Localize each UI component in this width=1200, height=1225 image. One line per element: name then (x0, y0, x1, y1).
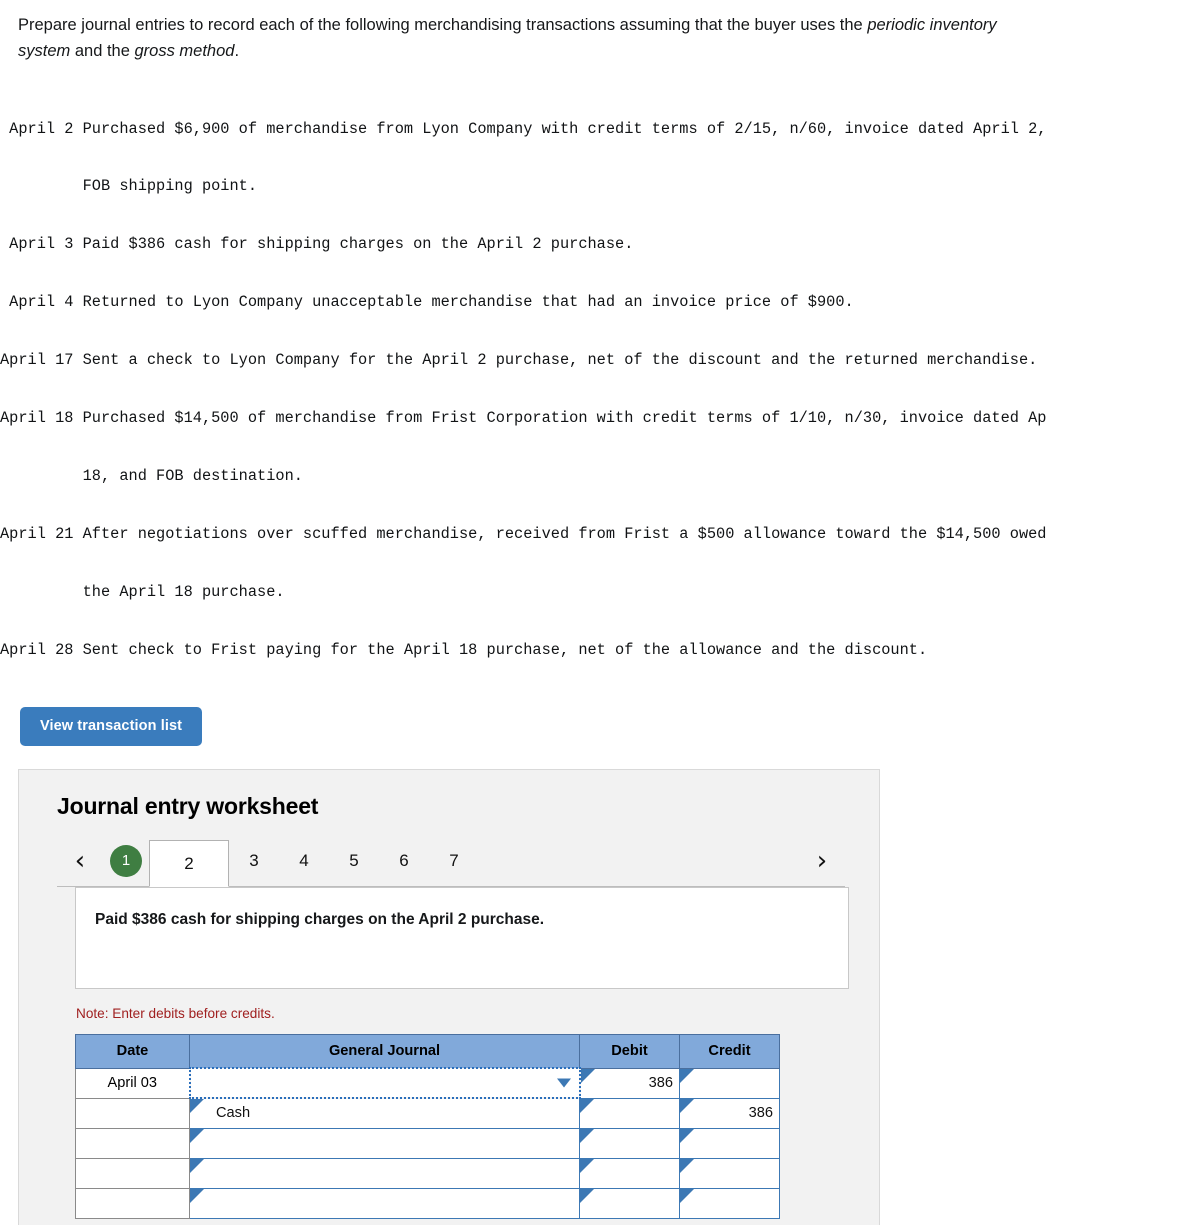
account-dropdown-cell[interactable] (190, 1128, 580, 1158)
column-header-debit: Debit (580, 1035, 680, 1069)
transaction-list: April 2 Purchased $6,900 of merchandise … (0, 81, 1200, 679)
credit-value: 386 (680, 1105, 779, 1121)
debit-value: 386 (581, 1075, 680, 1091)
transaction-line: FOB shipping point. (0, 177, 1200, 196)
tab-entry-4[interactable]: 4 (279, 840, 329, 887)
account-value (190, 1135, 216, 1151)
debit-cell[interactable] (580, 1128, 680, 1158)
previous-entry-arrow-icon[interactable]: ‹ (57, 840, 103, 887)
question-prompt: Prepare journal entries to record each o… (0, 0, 1200, 38)
credit-cell[interactable] (680, 1128, 780, 1158)
debit-cell[interactable]: 386 (580, 1068, 680, 1098)
account-dropdown-cell[interactable] (190, 1188, 580, 1218)
tab-entry-3[interactable]: 3 (229, 840, 279, 887)
intro-emphasis-system: system (18, 42, 70, 60)
date-cell[interactable] (76, 1098, 190, 1128)
debit-cell[interactable] (580, 1158, 680, 1188)
tab-entry-3-label: 3 (249, 851, 258, 871)
chevron-down-icon[interactable] (557, 1079, 571, 1088)
tab-entry-4-label: 4 (299, 851, 308, 871)
intro-emphasis-gross-method: gross method (135, 42, 235, 60)
credit-cell[interactable]: 386 (680, 1098, 780, 1128)
tab-entry-1[interactable]: 1 (103, 840, 149, 887)
account-value (190, 1195, 216, 1211)
journal-entry-worksheet-panel: Journal entry worksheet ‹ 1 2 3 4 5 6 7 … (18, 769, 880, 1225)
entry-prompt-text: Paid $386 cash for shipping charges on t… (76, 888, 848, 929)
transaction-line: April 21 After negotiations over scuffed… (0, 525, 1200, 544)
date-cell[interactable] (76, 1158, 190, 1188)
transaction-line: April 28 Sent check to Frist paying for … (0, 641, 1200, 660)
date-cell[interactable] (76, 1188, 190, 1218)
column-header-general-journal: General Journal (190, 1035, 580, 1069)
account-dropdown-cell[interactable] (190, 1068, 580, 1098)
table-row (76, 1128, 780, 1158)
account-dropdown-cell[interactable] (190, 1158, 580, 1188)
column-header-credit: Credit (680, 1035, 780, 1069)
tab-entry-2-label: 2 (184, 854, 193, 874)
intro-emphasis-periodic: periodic inventory (867, 16, 996, 34)
transaction-line: April 4 Returned to Lyon Company unaccep… (0, 293, 1200, 312)
table-row (76, 1188, 780, 1218)
tab-entry-1-label: 1 (110, 845, 142, 877)
debits-before-credits-note: Note: Enter debits before credits. (76, 1006, 879, 1021)
tab-entry-5-label: 5 (349, 851, 358, 871)
tab-entry-6[interactable]: 6 (379, 840, 429, 887)
account-value: Cash (190, 1105, 250, 1121)
tab-entry-6-label: 6 (399, 851, 408, 871)
credit-cell[interactable] (680, 1068, 780, 1098)
tab-entry-2[interactable]: 2 (149, 840, 229, 887)
transaction-line: April 2 Purchased $6,900 of merchandise … (0, 120, 1200, 139)
view-transaction-list-button[interactable]: View transaction list (20, 707, 202, 746)
transaction-line: April 17 Sent a check to Lyon Company fo… (0, 351, 1200, 370)
debit-cell[interactable] (580, 1188, 680, 1218)
credit-cell[interactable] (680, 1188, 780, 1218)
entry-prompt-box: Paid $386 cash for shipping charges on t… (75, 887, 849, 989)
transaction-line: April 18 Purchased $14,500 of merchandis… (0, 409, 1200, 428)
date-cell[interactable]: April 03 (76, 1068, 190, 1098)
intro-text-and-the: and the (70, 42, 134, 60)
debit-cell[interactable] (580, 1098, 680, 1128)
tab-entry-5[interactable]: 5 (329, 840, 379, 887)
next-entry-arrow-icon[interactable]: › (799, 840, 845, 887)
account-dropdown-cell[interactable]: Cash (190, 1098, 580, 1128)
credit-cell[interactable] (680, 1158, 780, 1188)
table-header-row: Date General Journal Debit Credit (76, 1035, 780, 1069)
table-row: April 03 386 (76, 1068, 780, 1098)
date-cell[interactable] (76, 1128, 190, 1158)
transaction-line: the April 18 purchase. (0, 583, 1200, 602)
question-prompt-line2: system and the gross method. (0, 38, 1200, 64)
table-row (76, 1158, 780, 1188)
column-header-date: Date (76, 1035, 190, 1069)
tab-entry-7-label: 7 (449, 851, 458, 871)
tab-entry-7[interactable]: 7 (429, 840, 479, 887)
intro-text-part1: Prepare journal entries to record each o… (18, 16, 867, 34)
journal-entry-table: Date General Journal Debit Credit April … (75, 1034, 780, 1219)
account-value (190, 1165, 216, 1181)
intro-text-period: . (234, 42, 239, 60)
transaction-line: April 3 Paid $386 cash for shipping char… (0, 235, 1200, 254)
account-value (191, 1075, 217, 1091)
transaction-line: 18, and FOB destination. (0, 467, 1200, 486)
table-row: Cash 386 (76, 1098, 780, 1128)
worksheet-tab-strip: ‹ 1 2 3 4 5 6 7 › (19, 840, 879, 887)
